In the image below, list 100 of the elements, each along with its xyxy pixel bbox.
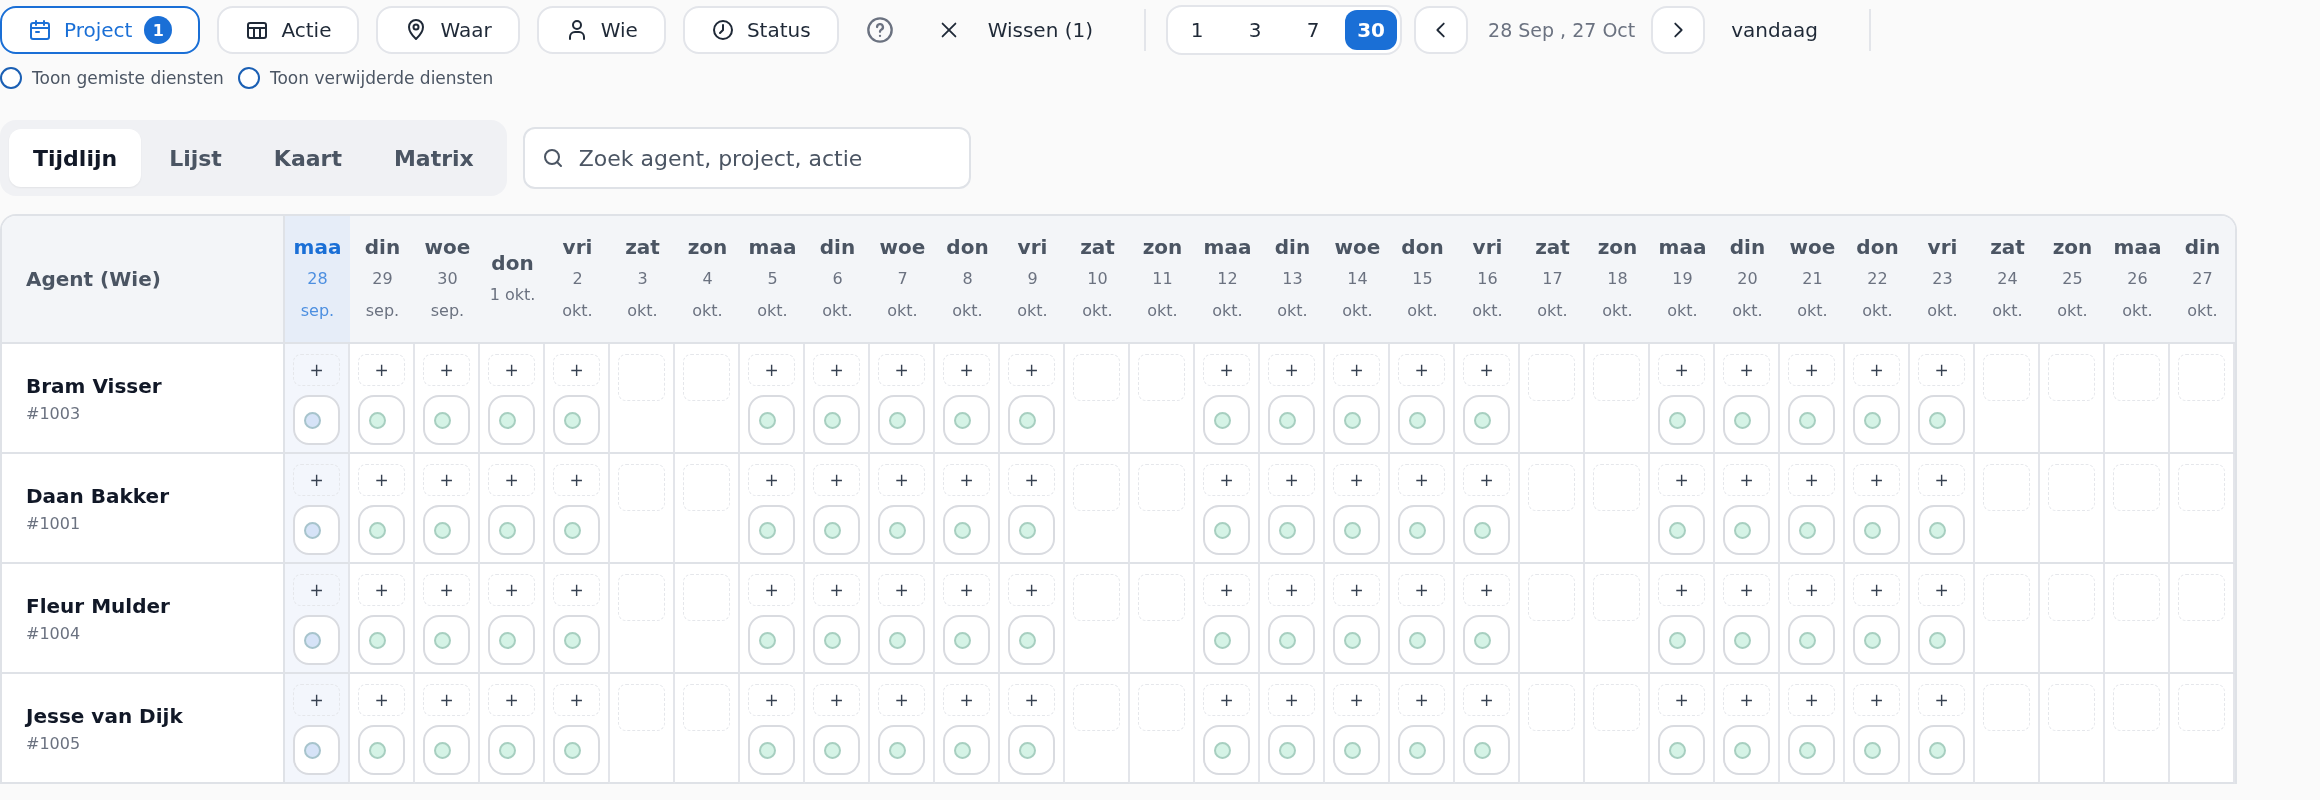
shift-chip[interactable] xyxy=(1918,395,1965,445)
add-shift-button[interactable]: + xyxy=(1463,354,1510,386)
range-button[interactable]: 1 xyxy=(1171,10,1224,50)
shift-chip[interactable] xyxy=(1788,395,1835,445)
add-shift-button[interactable]: + xyxy=(488,684,535,716)
shift-chip[interactable] xyxy=(423,395,470,445)
range-button[interactable]: 30 xyxy=(1345,10,1398,50)
shift-chip[interactable] xyxy=(1268,505,1315,555)
shift-chip[interactable] xyxy=(1853,725,1900,775)
shift-chip[interactable] xyxy=(1268,615,1315,665)
empty-slot[interactable] xyxy=(2178,574,2225,621)
empty-slot[interactable] xyxy=(1983,574,2030,621)
add-shift-button[interactable]: + xyxy=(878,574,925,606)
shift-chip[interactable] xyxy=(1918,615,1965,665)
shift-chip[interactable] xyxy=(1723,725,1770,775)
shift-chip[interactable] xyxy=(1463,395,1510,445)
shift-chip[interactable] xyxy=(358,615,405,665)
shift-chip[interactable] xyxy=(488,725,535,775)
add-shift-button[interactable]: + xyxy=(943,684,990,716)
add-shift-button[interactable]: + xyxy=(1333,574,1380,606)
add-shift-button[interactable]: + xyxy=(488,574,535,606)
add-shift-button[interactable]: + xyxy=(1203,684,1250,716)
add-shift-button[interactable]: + xyxy=(878,684,925,716)
shift-chip[interactable] xyxy=(1268,725,1315,775)
add-shift-button[interactable]: + xyxy=(1398,354,1445,386)
empty-slot[interactable] xyxy=(2178,684,2225,731)
add-shift-button[interactable]: + xyxy=(1203,574,1250,606)
add-shift-button[interactable]: + xyxy=(1658,684,1705,716)
shift-chip[interactable] xyxy=(1658,725,1705,775)
shift-chip[interactable] xyxy=(943,615,990,665)
add-shift-button[interactable]: + xyxy=(1788,574,1835,606)
empty-slot[interactable] xyxy=(1593,684,1640,731)
shift-chip[interactable] xyxy=(1008,725,1055,775)
shift-chip[interactable] xyxy=(1333,505,1380,555)
shift-chip[interactable] xyxy=(1008,615,1055,665)
empty-slot[interactable] xyxy=(2113,354,2160,401)
shift-chip[interactable] xyxy=(1203,395,1250,445)
add-shift-button[interactable]: + xyxy=(553,354,600,386)
add-shift-button[interactable]: + xyxy=(1788,684,1835,716)
add-shift-button[interactable]: + xyxy=(813,684,860,716)
filter-button[interactable]: Actie xyxy=(217,6,360,54)
add-shift-button[interactable]: + xyxy=(1723,574,1770,606)
add-shift-button[interactable]: + xyxy=(1398,464,1445,496)
shift-chip[interactable] xyxy=(358,395,405,445)
add-shift-button[interactable]: + xyxy=(293,354,340,386)
empty-slot[interactable] xyxy=(1528,464,1575,511)
filter-button[interactable]: Waar xyxy=(376,6,520,54)
add-shift-button[interactable]: + xyxy=(1853,464,1900,496)
empty-slot[interactable] xyxy=(1138,354,1185,401)
shift-chip[interactable] xyxy=(1398,615,1445,665)
add-shift-button[interactable]: + xyxy=(1658,354,1705,386)
add-shift-button[interactable]: + xyxy=(878,464,925,496)
empty-slot[interactable] xyxy=(618,354,665,401)
empty-slot[interactable] xyxy=(2048,354,2095,401)
shift-chip[interactable] xyxy=(423,615,470,665)
shift-chip[interactable] xyxy=(553,505,600,555)
shift-chip[interactable] xyxy=(1203,615,1250,665)
shift-chip[interactable] xyxy=(1463,725,1510,775)
add-shift-button[interactable]: + xyxy=(553,464,600,496)
shift-chip[interactable] xyxy=(488,505,535,555)
radio-button[interactable] xyxy=(237,67,260,89)
add-shift-button[interactable]: + xyxy=(553,684,600,716)
shift-chip[interactable] xyxy=(1333,615,1380,665)
empty-slot[interactable] xyxy=(683,464,730,511)
add-shift-button[interactable]: + xyxy=(293,574,340,606)
shift-chip[interactable] xyxy=(1398,395,1445,445)
add-shift-button[interactable]: + xyxy=(1463,574,1510,606)
shift-chip[interactable] xyxy=(1203,725,1250,775)
add-shift-button[interactable]: + xyxy=(748,464,795,496)
shift-chip[interactable] xyxy=(1398,505,1445,555)
add-shift-button[interactable]: + xyxy=(1008,354,1055,386)
add-shift-button[interactable]: + xyxy=(1008,464,1055,496)
add-shift-button[interactable]: + xyxy=(1268,464,1315,496)
empty-slot[interactable] xyxy=(2178,464,2225,511)
empty-slot[interactable] xyxy=(683,354,730,401)
shift-chip[interactable] xyxy=(1788,725,1835,775)
add-shift-button[interactable]: + xyxy=(943,354,990,386)
add-shift-button[interactable]: + xyxy=(813,464,860,496)
shift-chip[interactable] xyxy=(553,395,600,445)
add-shift-button[interactable]: + xyxy=(358,574,405,606)
view-tab[interactable]: Tijdlijn xyxy=(9,129,142,187)
search-field[interactable]: Zoek agent, project, actie xyxy=(522,127,971,189)
add-shift-button[interactable]: + xyxy=(813,574,860,606)
shift-chip[interactable] xyxy=(488,615,535,665)
add-shift-button[interactable]: + xyxy=(1398,574,1445,606)
shift-chip[interactable] xyxy=(1723,615,1770,665)
empty-slot[interactable] xyxy=(1983,354,2030,401)
shift-chip[interactable] xyxy=(943,505,990,555)
shift-chip[interactable] xyxy=(553,725,600,775)
empty-slot[interactable] xyxy=(2178,354,2225,401)
shift-chip[interactable] xyxy=(943,725,990,775)
shift-chip[interactable] xyxy=(1788,615,1835,665)
shift-chip[interactable] xyxy=(1723,505,1770,555)
shift-chip[interactable] xyxy=(1853,395,1900,445)
empty-slot[interactable] xyxy=(1593,354,1640,401)
add-shift-button[interactable]: + xyxy=(1333,354,1380,386)
shift-chip[interactable] xyxy=(748,505,795,555)
add-shift-button[interactable]: + xyxy=(1268,574,1315,606)
add-shift-button[interactable]: + xyxy=(1723,464,1770,496)
empty-slot[interactable] xyxy=(1528,684,1575,731)
